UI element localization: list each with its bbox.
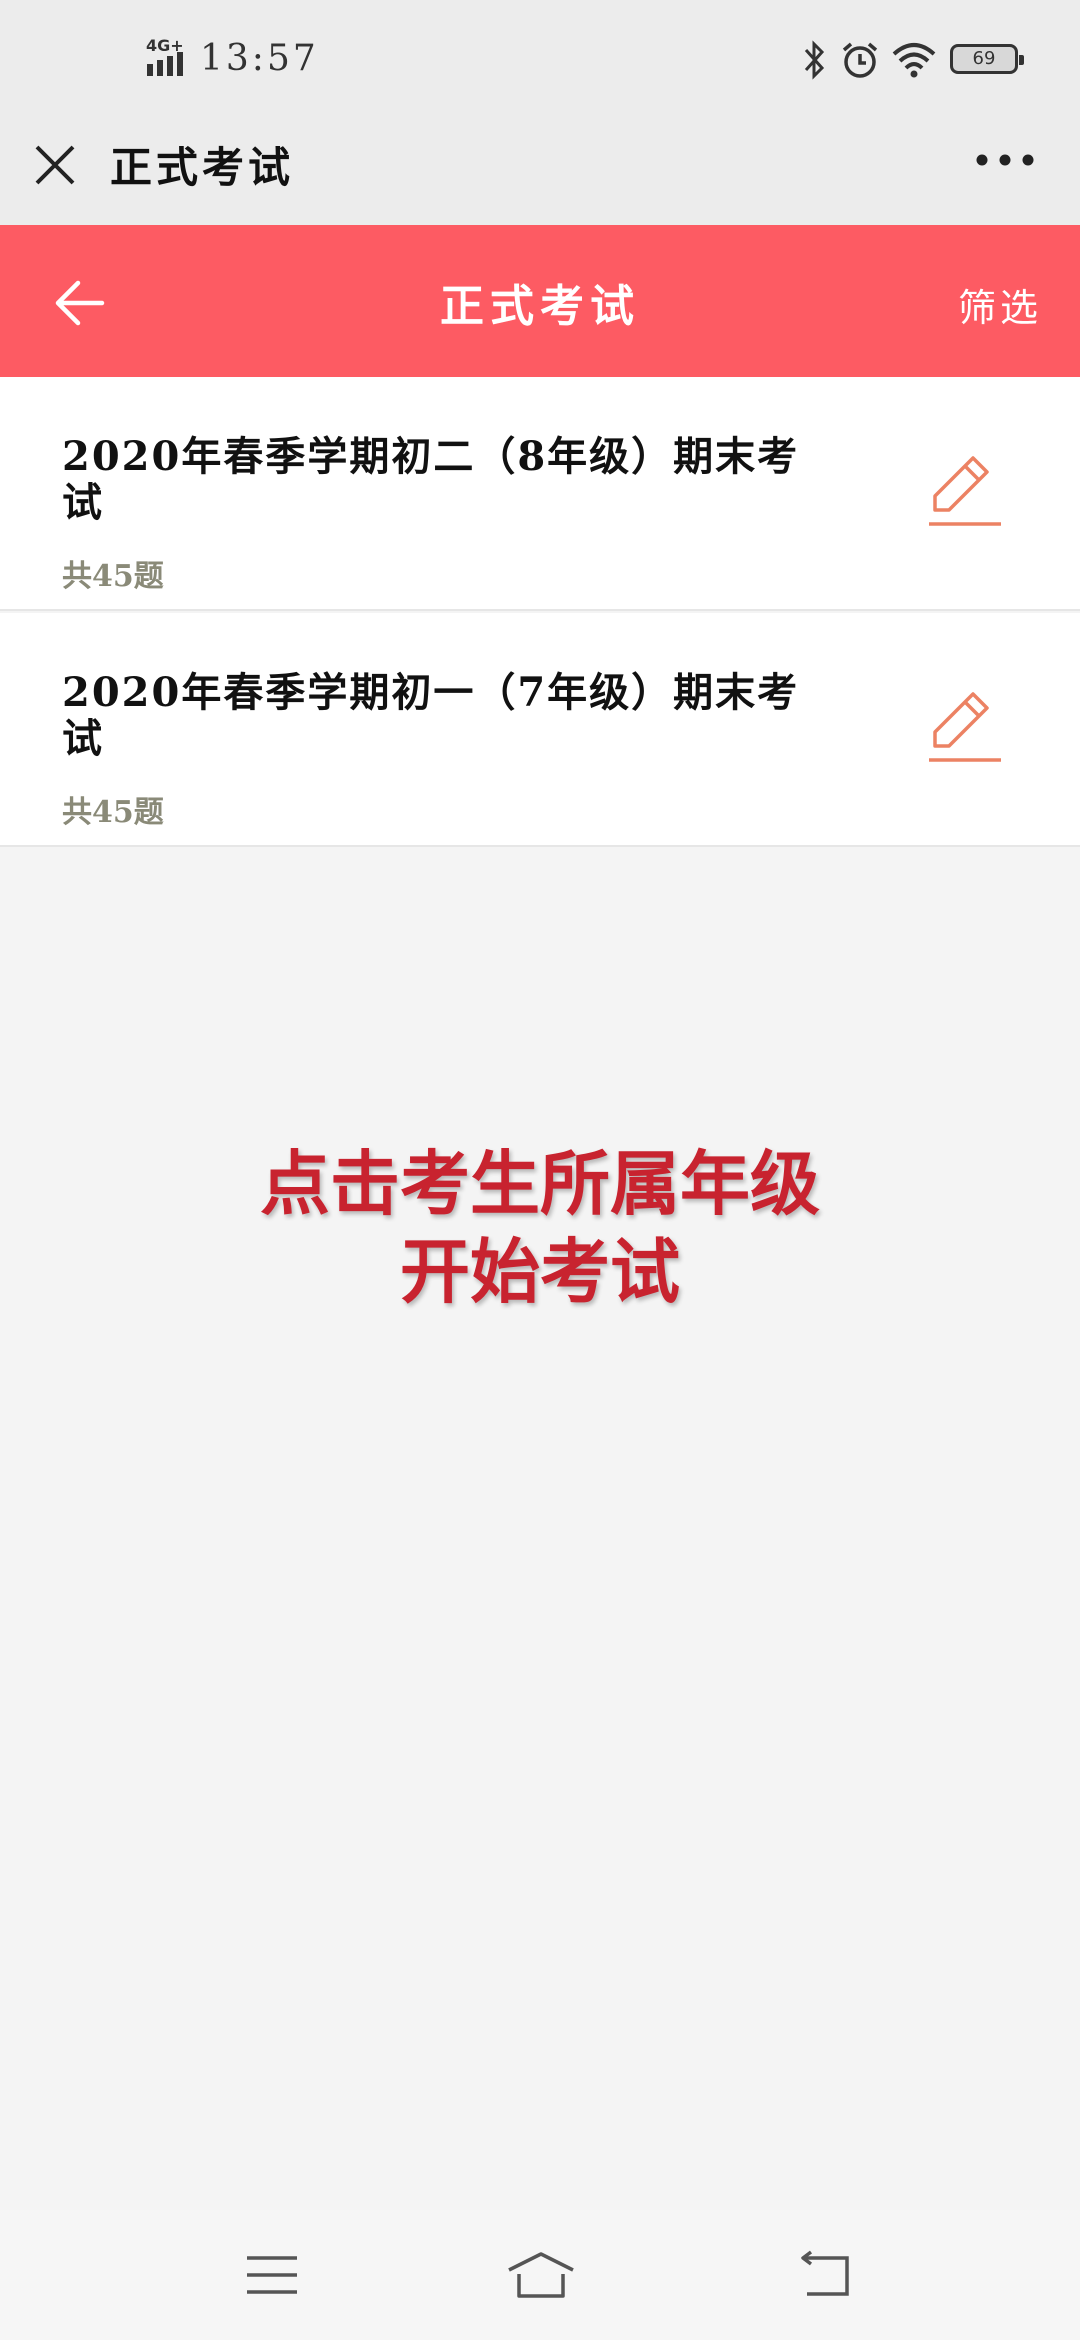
- back-icon[interactable]: [795, 2248, 855, 2302]
- signal-icon: [147, 52, 183, 76]
- filter-button[interactable]: 筛选: [958, 277, 1042, 332]
- edit-pencil-icon[interactable]: [925, 452, 1005, 532]
- instruction-overlay: 点击考生所属年级 开始考试: [0, 1140, 1080, 1316]
- home-icon[interactable]: [505, 2248, 577, 2302]
- exam-question-count: 共45题: [62, 795, 164, 830]
- header-title: 正式考试: [440, 281, 640, 332]
- instruction-line-2: 开始考试: [400, 1231, 680, 1313]
- exam-list-item[interactable]: 2020年春季学期初一（7年级）期末考试 共45题: [0, 613, 1080, 847]
- app-header: 正式考试 筛选: [0, 225, 1080, 377]
- exam-title: 2020年春季学期初一（7年级）期末考试: [62, 669, 800, 762]
- battery-icon: 69: [950, 44, 1024, 74]
- bluetooth-icon: [804, 40, 825, 80]
- edit-pencil-icon[interactable]: [925, 688, 1005, 768]
- exam-question-count: 共45题: [62, 559, 164, 594]
- battery-level: 69: [972, 48, 996, 69]
- more-icon[interactable]: [970, 140, 1040, 180]
- page: 4G+ 13:57 69 正式考试 正式考试 筛选 2020年春季学期初二（8年…: [0, 0, 1080, 2340]
- wifi-icon: [892, 43, 936, 78]
- close-icon[interactable]: [30, 140, 80, 190]
- menu-icon[interactable]: [242, 2248, 302, 2302]
- alarm-icon: [842, 42, 878, 78]
- status-time: 13:57: [200, 38, 319, 79]
- page-title: 正式考试: [110, 143, 295, 192]
- exam-list-item[interactable]: 2020年春季学期初二（8年级）期末考试 共45题: [0, 377, 1080, 611]
- instruction-line-1: 点击考生所属年级: [260, 1143, 820, 1225]
- system-nav-bar: [0, 2210, 1080, 2340]
- status-bar: 4G+ 13:57 69: [0, 0, 1080, 120]
- mini-program-title-bar: 正式考试: [0, 120, 1080, 225]
- exam-title: 2020年春季学期初二（8年级）期末考试: [62, 433, 800, 526]
